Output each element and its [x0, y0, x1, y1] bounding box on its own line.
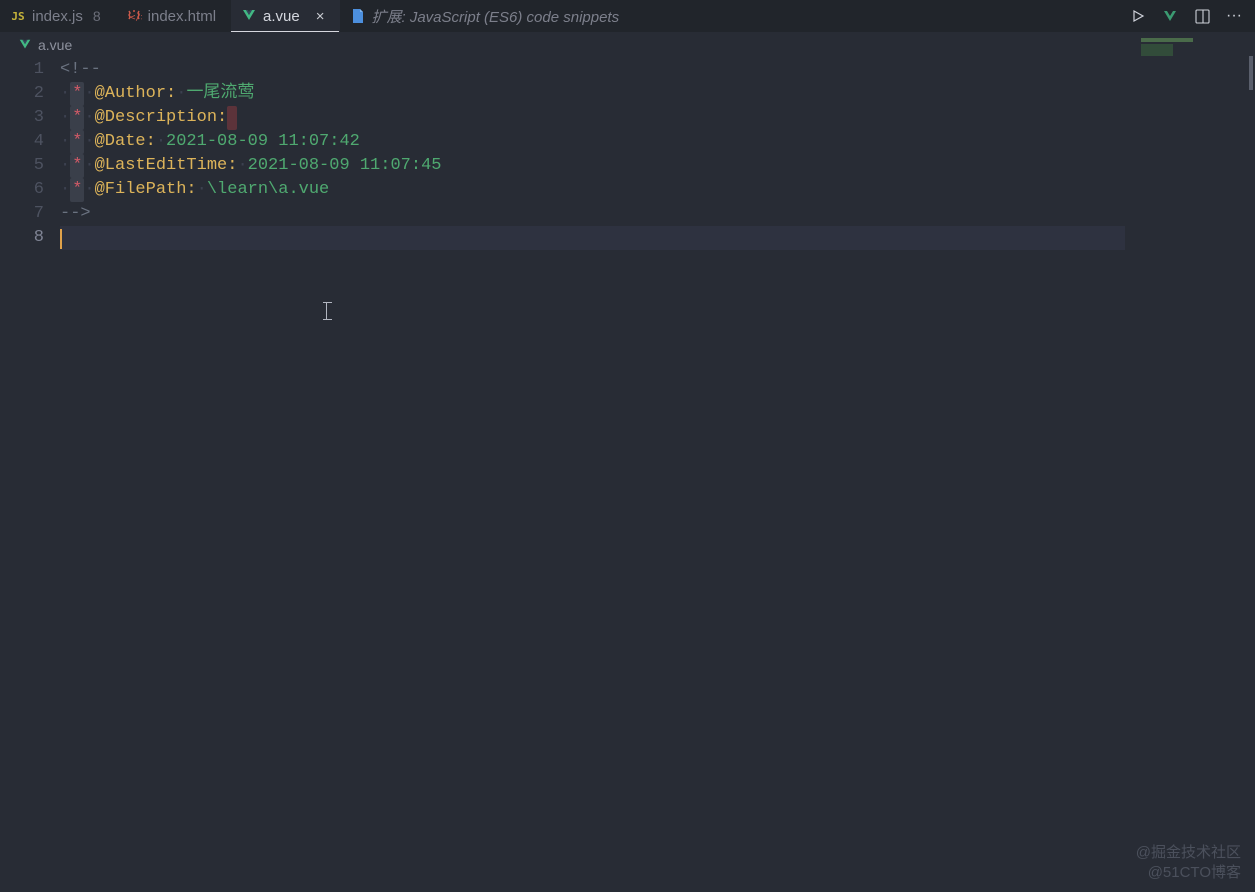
vue-devtool-icon[interactable]	[1161, 7, 1179, 25]
file-icon	[350, 8, 366, 24]
code-line: 2 ·*·@Author:·一尾流莺	[0, 82, 1255, 106]
tab-index-js[interactable]: JS index.js 8	[0, 0, 116, 32]
doc-tag: @FilePath:	[95, 178, 197, 202]
tab-extension[interactable]: 扩展: JavaScript (ES6) code snippets	[340, 0, 635, 32]
doc-tag: @Date:	[95, 130, 156, 154]
doc-value: 2021-08-09 11:07:45	[248, 154, 442, 178]
comment-open: <!--	[60, 58, 101, 82]
svg-text:</>: </>	[130, 13, 142, 23]
tab-label: a.vue	[263, 8, 300, 25]
line-number: 7	[0, 202, 60, 226]
split-editor-icon[interactable]	[1193, 7, 1211, 25]
trailing-space-block	[227, 106, 237, 130]
code-line: 6 ·*·@FilePath:·\learn\a.vue	[0, 178, 1255, 202]
watermark: @掘金技术社区	[1136, 841, 1241, 862]
tab-label: index.html	[148, 8, 216, 25]
tab-label: index.js	[32, 8, 83, 25]
tab-a-vue[interactable]: a.vue ×	[231, 0, 339, 32]
doc-value: 一尾流莺	[186, 82, 254, 106]
tab-index-html[interactable]: </> index.html	[116, 0, 231, 32]
vue-icon	[241, 8, 257, 24]
line-number: 8	[0, 226, 60, 250]
line-number: 3	[0, 106, 60, 130]
text-cursor	[60, 229, 62, 249]
code-line: 7 -->	[0, 202, 1255, 226]
vue-icon	[18, 38, 32, 52]
doc-tag: @LastEditTime:	[95, 154, 238, 178]
text-ibeam-cursor	[326, 302, 328, 320]
line-number: 6	[0, 178, 60, 202]
code-editor[interactable]: 1 <!-- 2 ·*·@Author:·一尾流莺 3 ·*·@Descript…	[0, 58, 1255, 250]
code-line: 4 ·*·@Date:·2021-08-09 11:07:42	[0, 130, 1255, 154]
code-line-current: 8	[0, 226, 1255, 250]
doc-tag: @Author:	[95, 82, 177, 106]
run-icon[interactable]	[1129, 7, 1147, 25]
html-icon: </>	[126, 8, 142, 24]
tab-label: 扩展: JavaScript (ES6) code snippets	[372, 6, 620, 27]
doc-value: \learn\a.vue	[207, 178, 329, 202]
comment-close: -->	[60, 202, 91, 226]
doc-tag: @Description:	[95, 106, 228, 130]
line-number: 1	[0, 58, 60, 82]
breadcrumb-text: a.vue	[38, 37, 72, 53]
code-line: 3 ·*·@Description:	[0, 106, 1255, 130]
line-number: 2	[0, 82, 60, 106]
watermark: @51CTO博客	[1148, 861, 1241, 882]
code-line: 5 ·*·@LastEditTime:·2021-08-09 11:07:45	[0, 154, 1255, 178]
tab-badge: 8	[93, 8, 101, 24]
js-icon: JS	[10, 8, 26, 24]
more-icon[interactable]: ···	[1225, 7, 1243, 25]
breadcrumb[interactable]: a.vue	[0, 32, 1255, 58]
close-icon[interactable]: ×	[316, 9, 325, 24]
code-line: 1 <!--	[0, 58, 1255, 82]
tab-actions: ···	[1117, 0, 1255, 32]
line-number: 4	[0, 130, 60, 154]
line-number: 5	[0, 154, 60, 178]
doc-value: 2021-08-09 11:07:42	[166, 130, 360, 154]
tab-bar: JS index.js 8 </> index.html a.vue × 扩展:…	[0, 0, 1255, 32]
